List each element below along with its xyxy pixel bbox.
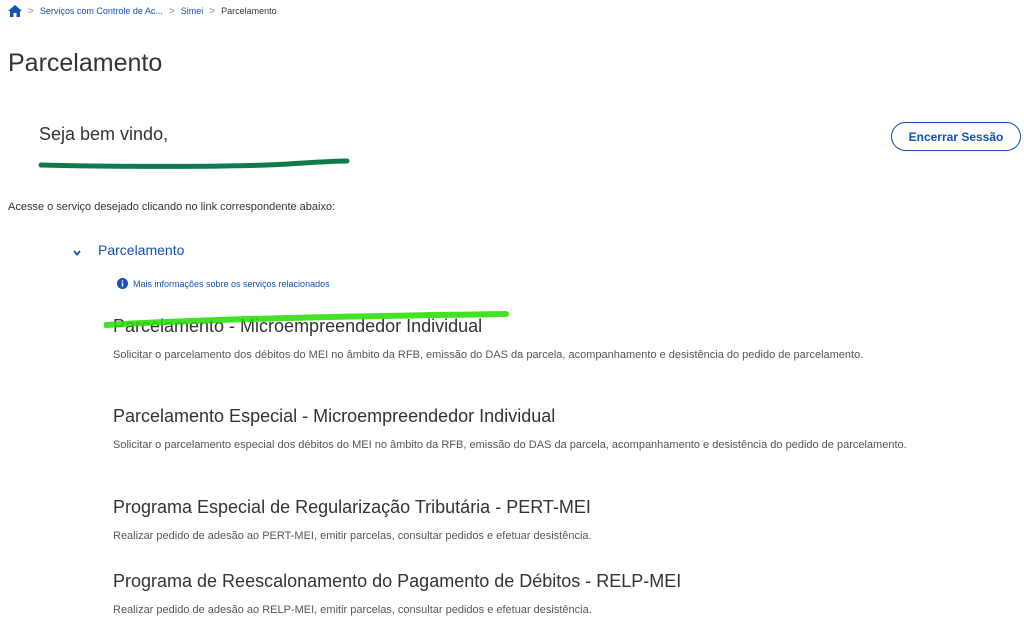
section-label: Parcelamento [98,242,185,258]
service-item: Parcelamento - Microempreendedor Individ… [104,311,993,363]
service-link-relp-mei[interactable]: Programa de Reescalonamento do Pagamento… [113,571,993,592]
breadcrumb-current: Parcelamento [221,6,277,16]
welcome-text: Seja bem vindo, [39,124,169,144]
breadcrumb-link-simei[interactable]: Simei [181,6,204,16]
breadcrumb-link-servicos[interactable]: Serviços com Controle de Ac... [40,6,163,16]
logout-button[interactable]: Encerrar Sessão [891,122,1021,151]
section-toggle-parcelamento[interactable]: Parcelamento [72,242,184,258]
page: > Serviços com Controle de Ac... > Simei… [0,0,1024,627]
info-link-label: Mais informações sobre os serviços relac… [133,278,330,289]
chevron-down-icon [72,245,82,256]
chevron-right-icon: > [168,5,175,17]
service-item: Programa Especial de Regularização Tribu… [113,497,993,544]
service-description: Solicitar o parcelamento dos débitos do … [113,349,864,361]
instructions-text: Acesse o serviço desejado clicando no li… [8,201,336,213]
service-description: Solicitar o parcelamento especial dos dé… [113,439,907,451]
service-item: Parcelamento Especial - Microempreendedo… [113,406,993,453]
chevron-right-icon: > [28,5,34,17]
service-link-parcelamento-especial-mei[interactable]: Parcelamento Especial - Microempreendedo… [113,406,993,427]
service-description: Realizar pedido de adesão ao PERT-MEI, e… [113,530,592,542]
info-link[interactable]: Mais informações sobre os serviços relac… [117,278,330,289]
info-icon [117,278,128,289]
home-icon[interactable] [8,5,22,17]
page-title: Parcelamento [8,49,163,77]
service-link-parcelamento-mei[interactable]: Parcelamento - Microempreendedor Individ… [113,316,993,337]
service-item: Programa de Reescalonamento do Pagamento… [113,571,993,618]
redaction-stroke [38,158,350,169]
chevron-right-icon: > [209,5,216,17]
service-description: Realizar pedido de adesão ao RELP-MEI, e… [113,604,592,616]
service-link-pert-mei[interactable]: Programa Especial de Regularização Tribu… [113,497,993,518]
breadcrumb: > Serviços com Controle de Ac... > Simei… [8,5,277,17]
